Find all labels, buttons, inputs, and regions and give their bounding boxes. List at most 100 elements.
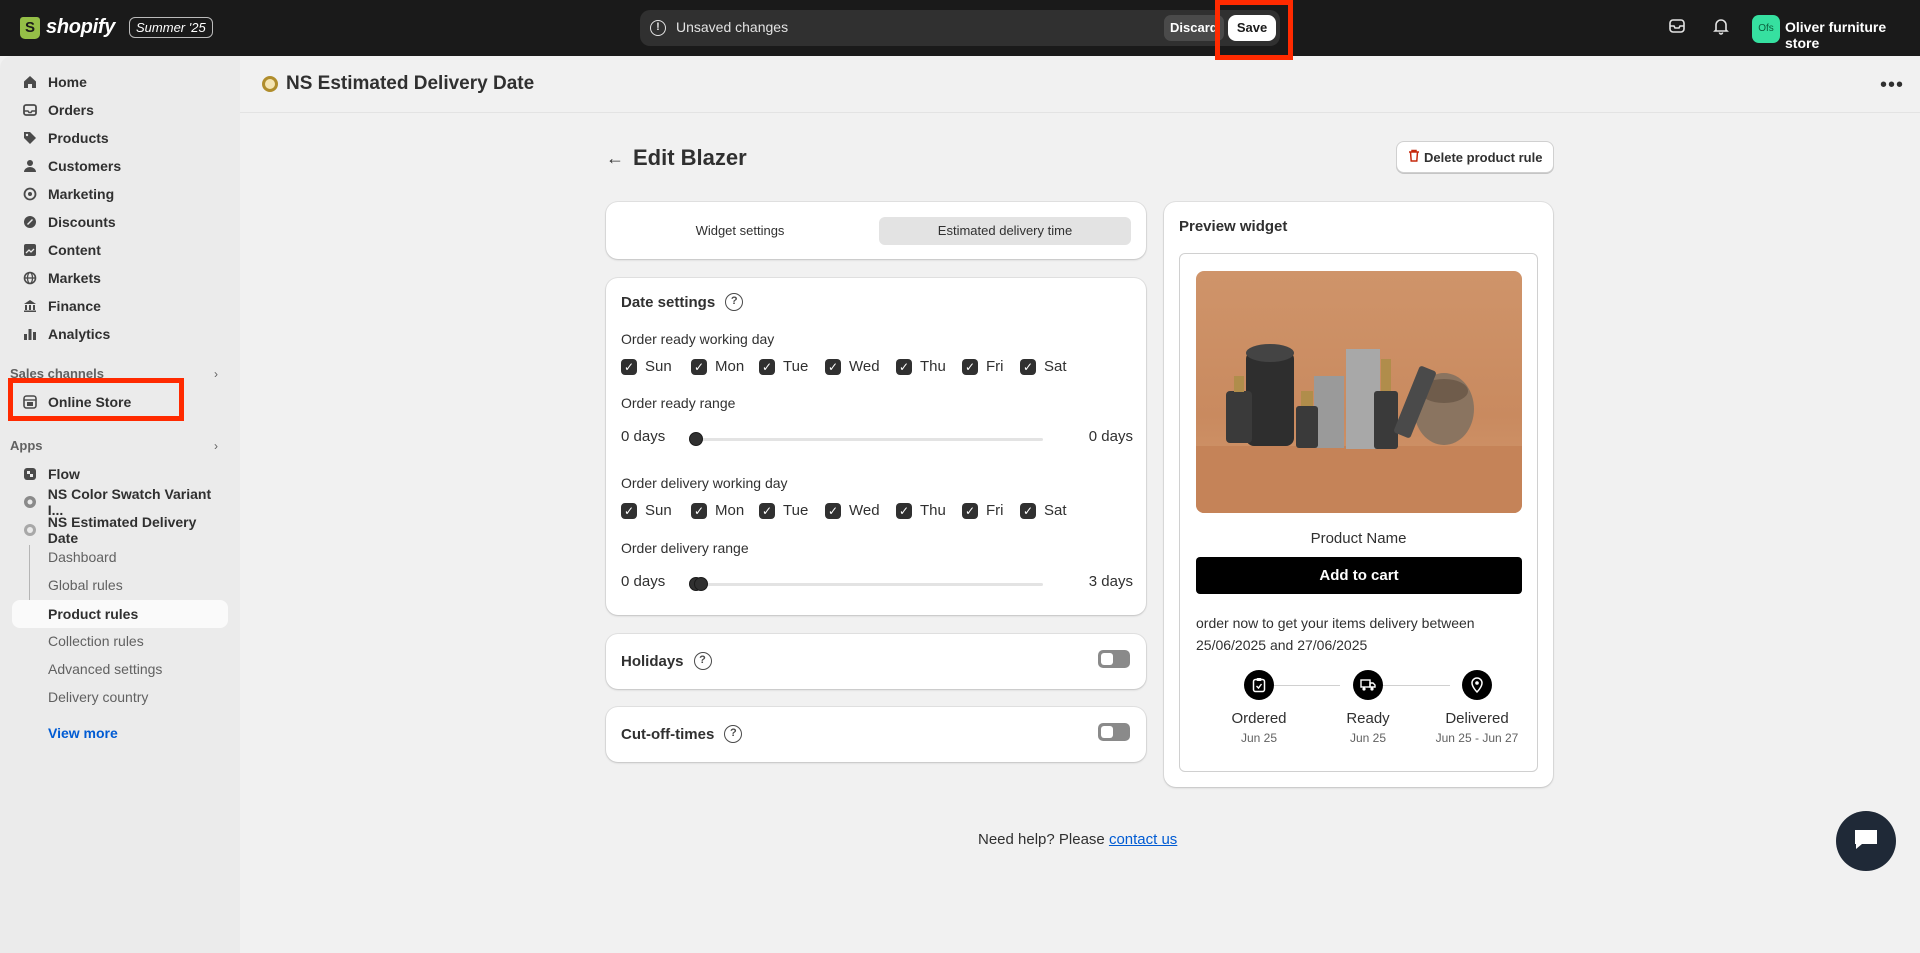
save-highlight-box <box>1215 0 1293 60</box>
step-label: Delivered <box>1445 710 1509 727</box>
ready-day-checkbox[interactable]: ✓ Wed <box>825 358 896 375</box>
nav-finance[interactable]: Finance <box>12 293 228 319</box>
subnav-global-rules[interactable]: Global rules <box>48 577 123 593</box>
delivery-day-checkbox[interactable]: ✓ Fri <box>962 502 1020 519</box>
ready-day-label: Order ready working day <box>621 331 775 347</box>
checkbox-checked-icon: ✓ <box>691 502 707 519</box>
ready-day-checkbox[interactable]: ✓ Mon <box>691 358 759 375</box>
holidays-toggle[interactable] <box>1098 650 1130 668</box>
cutoff-toggle[interactable] <box>1098 723 1130 741</box>
chevron-right-icon[interactable]: › <box>214 439 218 453</box>
ready-day-checkbox[interactable]: ✓ Thu <box>896 358 962 375</box>
nav-content[interactable]: Content <box>12 237 228 263</box>
more-actions-icon[interactable]: ••• <box>1880 74 1904 97</box>
slider-track[interactable] <box>691 438 1043 441</box>
swatch-app-icon <box>22 494 38 510</box>
contact-us-link[interactable]: contact us <box>1109 831 1177 848</box>
subnav-product-rules[interactable]: Product rules <box>12 600 228 628</box>
nav-home[interactable]: Home <box>12 69 228 95</box>
nav-discounts[interactable]: Discounts <box>12 209 228 235</box>
store-name[interactable]: Oliver furniture store <box>1785 19 1920 51</box>
subnav-advanced-settings[interactable]: Advanced settings <box>48 661 162 677</box>
nav-label: Customers <box>48 158 122 174</box>
holidays-card: Holidays ? <box>606 634 1146 689</box>
help-icon[interactable]: ? <box>693 652 712 670</box>
chart-icon <box>22 326 38 342</box>
slider-thumb[interactable] <box>689 432 703 446</box>
delivery-day-checkbox[interactable]: ✓ Mon <box>691 502 759 519</box>
subnav-delivery-country[interactable]: Delivery country <box>48 689 148 705</box>
delivery-range-slider: 0 days 3 days <box>621 573 1133 593</box>
slider-track[interactable] <box>691 583 1043 586</box>
chat-button[interactable] <box>1836 811 1896 871</box>
bank-icon <box>22 298 38 314</box>
nav-label: Products <box>48 130 109 146</box>
cutoff-heading: Cut-off-times ? <box>621 725 743 743</box>
top-bar: shopify Summer '25 ! Unsaved changes Dis… <box>0 0 1920 56</box>
inbox-icon[interactable] <box>1668 17 1690 39</box>
date-settings-card: Date settings ? Order ready working day … <box>606 278 1146 615</box>
target-icon <box>22 186 38 202</box>
ready-day-checkbox[interactable]: ✓ Tue <box>759 358 825 375</box>
tab-widget-settings[interactable]: Widget settings <box>614 217 866 245</box>
tab-estimated-delivery-time[interactable]: Estimated delivery time <box>879 217 1131 245</box>
ready-day-checkbox[interactable]: ✓ Sat <box>1020 358 1080 375</box>
help-icon[interactable]: ? <box>724 725 743 743</box>
view-more-link[interactable]: View more <box>48 725 118 741</box>
nav-marketing[interactable]: Marketing <box>12 181 228 207</box>
preview-widget-card: Preview widget Product Name Add to cart <box>1164 202 1553 787</box>
delivery-day-checkbox[interactable]: ✓ Sat <box>1020 502 1080 519</box>
nav-products[interactable]: Products <box>12 125 228 151</box>
nav-customers[interactable]: Customers <box>12 153 228 179</box>
checkbox-checked-icon: ✓ <box>621 358 637 375</box>
subnav-collection-rules[interactable]: Collection rules <box>48 633 144 649</box>
help-icon[interactable]: ? <box>725 293 744 311</box>
globe-icon <box>22 270 38 286</box>
day-label: Fri <box>986 358 1004 375</box>
checkbox-checked-icon: ✓ <box>962 502 978 519</box>
apps-heading[interactable]: Apps <box>10 438 43 453</box>
range-min-label: 0 days <box>621 573 666 590</box>
delete-label: Delete product rule <box>1424 149 1543 165</box>
delivery-day-checkbox[interactable]: ✓ Wed <box>825 502 896 519</box>
cutoff-title: Cut-off-times <box>621 725 715 743</box>
timeline-step-ordered: Ordered Jun 25 <box>1199 670 1319 745</box>
nav-orders[interactable]: Orders <box>12 97 228 123</box>
preview-frame: Product Name Add to cart order now to ge… <box>1179 253 1538 772</box>
delivery-day-checkbox[interactable]: ✓ Tue <box>759 502 825 519</box>
checkbox-checked-icon: ✓ <box>825 502 841 519</box>
back-arrow-icon[interactable]: ← <box>606 148 624 169</box>
delivery-day-checkbox[interactable]: ✓ Sun <box>621 502 691 519</box>
nav-analytics[interactable]: Analytics <box>12 321 228 347</box>
ready-day-checkbox[interactable]: ✓ Fri <box>962 358 1020 375</box>
date-settings-heading: Date settings ? <box>621 293 744 311</box>
day-label: Sun <box>645 358 672 375</box>
nav-app-estimated-delivery[interactable]: NS Estimated Delivery Date <box>12 514 228 546</box>
day-label: Sun <box>645 502 672 519</box>
nav-app-flow[interactable]: Flow <box>12 461 228 487</box>
timeline-step-delivered: Delivered Jun 25 - Jun 27 <box>1417 670 1537 745</box>
cutoff-times-card: Cut-off-times ? <box>606 707 1146 762</box>
slider-thumb-end[interactable] <box>694 577 708 591</box>
store-avatar[interactable]: Ofs <box>1752 15 1780 43</box>
delivery-day-checkbox[interactable]: ✓ Thu <box>896 502 962 519</box>
person-icon <box>22 158 38 174</box>
subnav-dashboard[interactable]: Dashboard <box>48 549 117 565</box>
ready-range-slider: 0 days 0 days <box>621 428 1133 448</box>
alert-circle-icon: ! <box>650 20 666 36</box>
step-label: Ready <box>1346 710 1390 727</box>
nav-markets[interactable]: Markets <box>12 265 228 291</box>
checkbox-checked-icon: ✓ <box>896 502 912 519</box>
ready-day-checkbox[interactable]: ✓ Sun <box>621 358 691 375</box>
tag-icon <box>22 130 38 146</box>
content-icon <box>22 242 38 258</box>
delete-product-rule-button[interactable]: Delete product rule <box>1396 141 1555 173</box>
nav-app-color-swatch[interactable]: NS Color Swatch Variant I... <box>12 486 228 518</box>
app-header: NS Estimated Delivery Date <box>262 73 534 95</box>
nav-label: Marketing <box>48 186 115 202</box>
chevron-right-icon[interactable]: › <box>214 367 218 381</box>
shopify-logo[interactable]: shopify Summer '25 <box>20 16 213 39</box>
settings-tabs: Widget settings Estimated delivery time <box>606 202 1146 259</box>
add-to-cart-button[interactable]: Add to cart <box>1196 557 1522 594</box>
bell-icon[interactable] <box>1712 17 1734 39</box>
